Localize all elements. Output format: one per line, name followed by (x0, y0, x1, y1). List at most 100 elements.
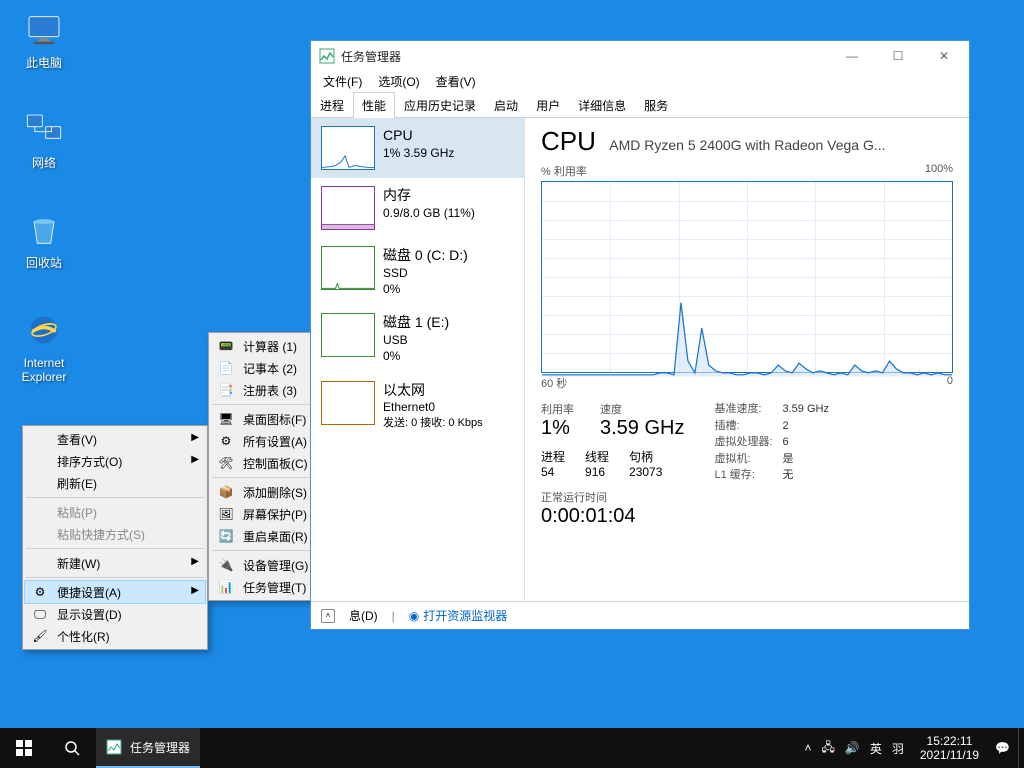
performance-sidebar: CPU1% 3.59 GHz 内存0.9/8.0 GB (11%) 磁盘 0 (… (311, 118, 525, 601)
context-menu-desktop: 查看(V)▶ 排序方式(O)▶ 刷新(E) 粘贴(P) 粘贴快捷方式(S) 新建… (22, 425, 208, 650)
chevron-right-icon: ▶ (191, 585, 199, 596)
ctx-item-settings[interactable]: ⚙便捷设置(A)▶ (25, 581, 205, 603)
memory-mini-chart (321, 186, 375, 230)
desktop-icon-label: Internet Explorer (6, 356, 82, 385)
perf-sub: USB (383, 332, 449, 348)
perf-item-memory[interactable]: 内存0.9/8.0 GB (11%) (311, 178, 524, 238)
ctx-item-new[interactable]: 新建(W)▶ (25, 552, 205, 574)
desktop-icon-this-pc[interactable]: 此电脑 (6, 6, 82, 70)
tab-processes[interactable]: 进程 (311, 92, 353, 118)
perf-item-ethernet[interactable]: 以太网Ethernet0发送: 0 接收: 0 Kbps (311, 373, 524, 439)
ctx-item-view[interactable]: 查看(V)▶ (25, 428, 205, 450)
stat-label: 句柄 (629, 448, 662, 465)
desktop-icon-ie[interactable]: Internet Explorer (6, 306, 82, 385)
computer-icon (20, 6, 68, 54)
recycle-bin-icon (20, 206, 68, 254)
minimize-button[interactable]: — (829, 41, 875, 71)
ctx-item-display[interactable]: 🖵显示设置(D) (25, 603, 205, 625)
cpu-chart (541, 181, 953, 373)
close-button[interactable]: ✕ (921, 41, 967, 71)
uptime-label: 正常运行时间 (541, 489, 684, 505)
taskmgr-icon (106, 739, 122, 755)
tray-ime-lang[interactable]: 英 (870, 740, 882, 757)
menu-view[interactable]: 查看(V) (430, 72, 482, 91)
perf-name: 内存 (383, 186, 475, 205)
stat-value: 916 (585, 465, 609, 479)
perf-sub: 1% 3.59 GHz (383, 145, 454, 161)
ctx-item-refresh[interactable]: 刷新(E) (25, 472, 205, 494)
disk-mini-chart (321, 246, 375, 290)
info-val: 2 (782, 418, 788, 435)
ctx-item-personalize[interactable]: 🖌个性化(R) (25, 625, 205, 647)
restart-icon: 🔄 (217, 527, 235, 545)
perf-sub2: 0% (383, 281, 468, 297)
cpu-model: AMD Ryzen 5 2400G with Radeon Vega G... (609, 137, 885, 153)
tray-chevron-up-icon[interactable]: ˄ (804, 741, 811, 755)
desktop-icon-label: 回收站 (6, 256, 82, 270)
taskbar-task-taskmgr[interactable]: 任务管理器 (96, 728, 200, 768)
chevron-right-icon: ▶ (191, 432, 199, 443)
window-footer: ˄ 息(D) | ◉打开资源监视器 (311, 601, 969, 629)
info-key: 虚拟处理器: (714, 434, 776, 451)
uptime-value: 0:00:01:04 (541, 505, 684, 528)
registry-icon: 📑 (217, 381, 235, 399)
info-val: 3.59 GHz (782, 401, 828, 418)
tray-volume-icon[interactable]: 🔊 (845, 741, 860, 755)
search-button[interactable] (48, 728, 96, 768)
separator (26, 548, 204, 549)
info-key: L1 缓存: (714, 467, 776, 484)
chart-xright: 0 (947, 375, 953, 391)
tab-users[interactable]: 用户 (527, 92, 569, 118)
perf-sub: SSD (383, 265, 468, 281)
device-icon: 🔌 (217, 556, 235, 574)
perf-item-disk0[interactable]: 磁盘 0 (C: D:)SSD0% (311, 238, 524, 305)
tab-details[interactable]: 详细信息 (569, 92, 635, 118)
start-button[interactable] (0, 728, 48, 768)
ctx-item-sort[interactable]: 排序方式(O)▶ (25, 450, 205, 472)
display-icon: 🖵 (31, 605, 49, 623)
screensaver-icon: 🖼 (217, 505, 235, 523)
ethernet-mini-chart (321, 381, 375, 425)
notepad-icon: 📄 (217, 359, 235, 377)
stat-label: 进程 (541, 448, 565, 465)
tab-services[interactable]: 服务 (635, 92, 677, 118)
window-title: 任务管理器 (341, 48, 401, 65)
tray-network-icon[interactable]: 🖧 (822, 738, 835, 759)
desktop-icon-network[interactable]: 网络 (6, 106, 82, 170)
menu-options[interactable]: 选项(O) (372, 72, 425, 91)
stat-value: 3.59 GHz (600, 417, 684, 440)
tray-ime-mode[interactable]: 羽 (892, 740, 904, 757)
stat-label: 速度 (600, 401, 684, 417)
perf-item-disk1[interactable]: 磁盘 1 (E:)USB0% (311, 305, 524, 372)
tray-notifications-icon[interactable]: 💬 (987, 741, 1018, 755)
chevron-up-icon[interactable]: ˄ (321, 609, 335, 623)
perf-item-cpu[interactable]: CPU1% 3.59 GHz (311, 118, 524, 178)
perf-name: 磁盘 0 (C: D:) (383, 246, 468, 265)
tab-bar: 进程 性能 应用历史记录 启动 用户 详细信息 服务 (311, 91, 969, 118)
taskbar-clock[interactable]: 15:22:11 2021/11/19 (912, 734, 987, 763)
perf-name: 以太网 (383, 381, 483, 400)
tab-startup[interactable]: 启动 (485, 92, 527, 118)
titlebar[interactable]: 任务管理器 — ☐ ✕ (311, 41, 969, 71)
maximize-button[interactable]: ☐ (875, 41, 921, 71)
perf-sub: Ethernet0 (383, 399, 483, 415)
cpu-mini-chart (321, 126, 375, 170)
fewer-details[interactable]: 息(D) (349, 607, 378, 624)
chart-ylabel: % 利用率 (541, 163, 587, 179)
ctx-item-paste: 粘贴(P) (25, 501, 205, 523)
clock-time: 15:22:11 (920, 734, 979, 748)
separator (26, 577, 204, 578)
tab-app-history[interactable]: 应用历史记录 (395, 92, 485, 118)
network-icon (20, 106, 68, 154)
resource-monitor-link[interactable]: ◉打开资源监视器 (409, 607, 508, 624)
info-val: 无 (782, 467, 793, 484)
task-label: 任务管理器 (130, 739, 190, 756)
perf-sub: 0.9/8.0 GB (11%) (383, 205, 475, 221)
desktop-icon-recycle[interactable]: 回收站 (6, 206, 82, 270)
info-val: 是 (782, 451, 793, 468)
performance-detail: CPU AMD Ryzen 5 2400G with Radeon Vega G… (525, 118, 969, 601)
tab-performance[interactable]: 性能 (353, 92, 395, 118)
menu-file[interactable]: 文件(F) (317, 72, 368, 91)
show-desktop-button[interactable] (1018, 728, 1024, 768)
app-icon (319, 48, 335, 64)
